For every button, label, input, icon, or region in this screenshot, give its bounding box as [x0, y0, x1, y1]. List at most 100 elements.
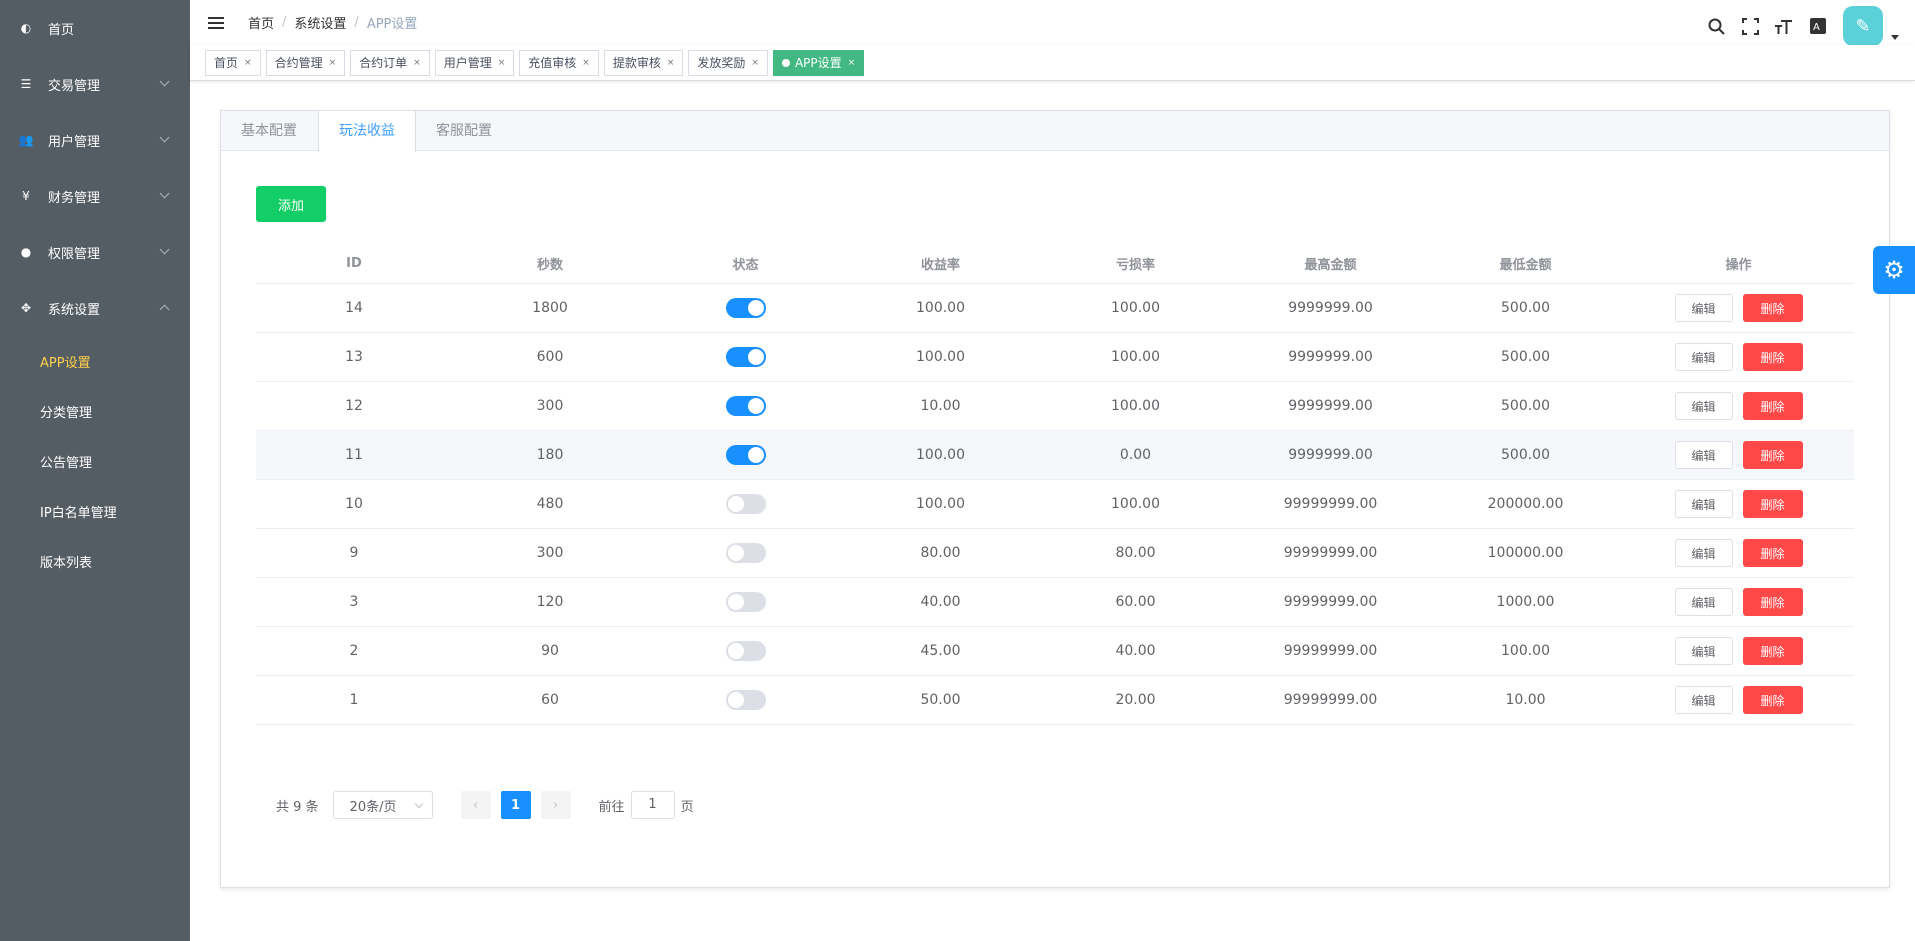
cell-profit: 10.00	[920, 398, 961, 414]
page-size-select[interactable]: 20条/页	[332, 791, 433, 819]
delete-button[interactable]: 删除	[1742, 392, 1803, 420]
edit-button[interactable]: 编辑	[1674, 539, 1733, 567]
tag-3[interactable]: 用户管理 ×	[434, 49, 515, 76]
table-row: 10 480 100.00 100.00 99999999.00 200000.00 编辑删…	[256, 480, 1854, 529]
tag-4[interactable]: 充值审核 ×	[519, 49, 599, 76]
add-button[interactable]: 添加	[256, 186, 326, 222]
edit-button[interactable]: 编辑	[1674, 343, 1733, 371]
sidebar-subitem-1[interactable]: 分类管理	[0, 386, 190, 436]
cell-status	[648, 641, 843, 661]
delete-button[interactable]: 删除	[1742, 441, 1803, 469]
tag-7[interactable]: APP设置 ×	[772, 49, 865, 76]
status-toggle[interactable]	[725, 396, 766, 416]
cell-min: 500.00	[1501, 398, 1550, 414]
sidebar-item-0[interactable]: ◐ 首页	[0, 0, 190, 56]
edit-button[interactable]: 编辑	[1674, 392, 1733, 420]
close-icon[interactable]: ×	[751, 58, 759, 68]
delete-button[interactable]: 删除	[1742, 343, 1803, 371]
table-row: 14 1800 100.00 100.00 9999999.00 500.00 编辑 删除	[256, 284, 1854, 333]
cell-profit: 100.00	[916, 447, 965, 463]
delete-button[interactable]: 删除	[1742, 539, 1803, 567]
table-row: 2 90 45.00 40.00 99999999.00 100.00 编辑 删除	[256, 627, 1854, 676]
cell-loss: 60.00	[1115, 594, 1156, 610]
sidebar-subitem-3[interactable]: IP白名单管理	[0, 486, 190, 536]
sidebar-item-label: 首页	[48, 22, 75, 38]
tag-1[interactable]: 合约管理 ×	[265, 49, 346, 76]
close-icon[interactable]: ×	[498, 58, 506, 68]
sidebar-subitem-2[interactable]: 公告管理	[0, 436, 190, 486]
tag-6[interactable]: 发放奖励 ×	[688, 49, 768, 76]
search-icon[interactable]	[1699, 9, 1733, 43]
active-dot-icon	[781, 58, 790, 67]
close-icon[interactable]: ×	[413, 58, 421, 68]
sidebar-item-5[interactable]: ✥ 系统设置	[0, 280, 190, 336]
edit-button[interactable]: 编辑	[1674, 686, 1733, 714]
sidebar-subitem-4[interactable]: 版本列表	[0, 536, 190, 586]
next-page-button[interactable]: ›	[540, 791, 571, 819]
close-icon[interactable]: ×	[244, 58, 252, 68]
close-icon[interactable]: ×	[329, 58, 337, 68]
cell-max: 9999999.00	[1288, 398, 1373, 414]
status-toggle[interactable]	[725, 543, 766, 563]
status-toggle[interactable]	[725, 347, 766, 367]
cell-min: 100.00	[1501, 643, 1550, 659]
column-header: 最低金额	[1499, 258, 1552, 273]
cell-max: 99999999.00	[1283, 496, 1378, 512]
delete-button[interactable]: 删除	[1742, 588, 1803, 616]
sidebar-item-3[interactable]: ¥ 财务管理	[0, 168, 190, 224]
cell-loss: 20.00	[1115, 692, 1156, 708]
delete-button[interactable]: 删除	[1742, 637, 1803, 665]
font-size-icon[interactable]	[1767, 9, 1801, 43]
page-number-active[interactable]: 1	[500, 791, 531, 819]
fullscreen-icon[interactable]	[1733, 9, 1767, 43]
tab-1[interactable]: 玩法收益	[318, 111, 416, 152]
edit-button[interactable]: 编辑	[1674, 490, 1733, 518]
edit-button[interactable]: 编辑	[1674, 294, 1733, 322]
avatar[interactable]: ✎	[1843, 6, 1883, 46]
settings-card: 基本配置 玩法收益 客服配置 添加 ID 秒数 状态 收益率 亏损率 最高金额 最低金额 操作 1…	[220, 110, 1890, 888]
prev-page-button[interactable]: ‹	[460, 791, 491, 819]
status-toggle[interactable]	[725, 690, 766, 710]
translate-icon[interactable]: A	[1801, 9, 1835, 43]
pagination-total: 共 9 条	[276, 799, 319, 815]
close-icon[interactable]: ×	[667, 58, 675, 68]
edit-button[interactable]: 编辑	[1674, 441, 1733, 469]
delete-button[interactable]: 删除	[1742, 686, 1803, 714]
delete-button[interactable]: 删除	[1742, 490, 1803, 518]
tag-5[interactable]: 提款审核 ×	[603, 49, 684, 76]
table-body: 14 1800 100.00 100.00 9999999.00 500.00 编辑 删除 13…	[256, 284, 1854, 725]
svg-text:A: A	[1813, 22, 1820, 33]
sidebar-item-4[interactable]: ● 权限管理	[0, 224, 190, 280]
sidebar-item-1[interactable]: ☰ 交易管理	[0, 56, 190, 112]
cell-status	[648, 543, 843, 563]
cell-min: 100000.00	[1487, 545, 1564, 561]
status-toggle[interactable]	[725, 641, 766, 661]
breadcrumb-home[interactable]: 首页	[248, 13, 274, 32]
cell-seconds: 300	[536, 398, 564, 414]
toggle-knob	[727, 545, 744, 561]
table-row: 9 300 80.00 80.00 99999999.00 100000.00 编辑 删除	[256, 529, 1854, 578]
chevron-down-icon[interactable]	[1891, 34, 1899, 40]
edit-button[interactable]: 编辑	[1674, 637, 1733, 665]
close-icon[interactable]: ×	[848, 58, 856, 68]
tag-2[interactable]: 合约订单 ×	[350, 49, 430, 76]
status-toggle[interactable]	[725, 494, 766, 514]
sidebar-subitem-0[interactable]: APP设置	[0, 336, 190, 386]
hamburger-icon[interactable]	[208, 14, 224, 32]
goto-page-input[interactable]: 1	[630, 791, 675, 819]
tab-2[interactable]: 客服配置	[416, 111, 513, 150]
status-toggle[interactable]	[725, 445, 766, 465]
chevron-down-icon	[414, 799, 423, 809]
status-toggle[interactable]	[725, 298, 766, 318]
delete-button[interactable]: 删除	[1742, 294, 1803, 322]
sidebar-item-2[interactable]: 👥 用户管理	[0, 112, 190, 168]
goto-label: 前往	[598, 799, 625, 815]
cell-max: 9999999.00	[1288, 349, 1373, 365]
close-icon[interactable]: ×	[582, 58, 590, 68]
tag-0[interactable]: 首页 ×	[205, 49, 261, 76]
tab-0[interactable]: 基本配置	[221, 111, 318, 150]
edit-button[interactable]: 编辑	[1674, 588, 1733, 616]
settings-gear-icon[interactable]: ⚙	[1873, 246, 1915, 294]
status-toggle[interactable]	[725, 592, 766, 612]
cell-loss: 100.00	[1111, 300, 1160, 316]
